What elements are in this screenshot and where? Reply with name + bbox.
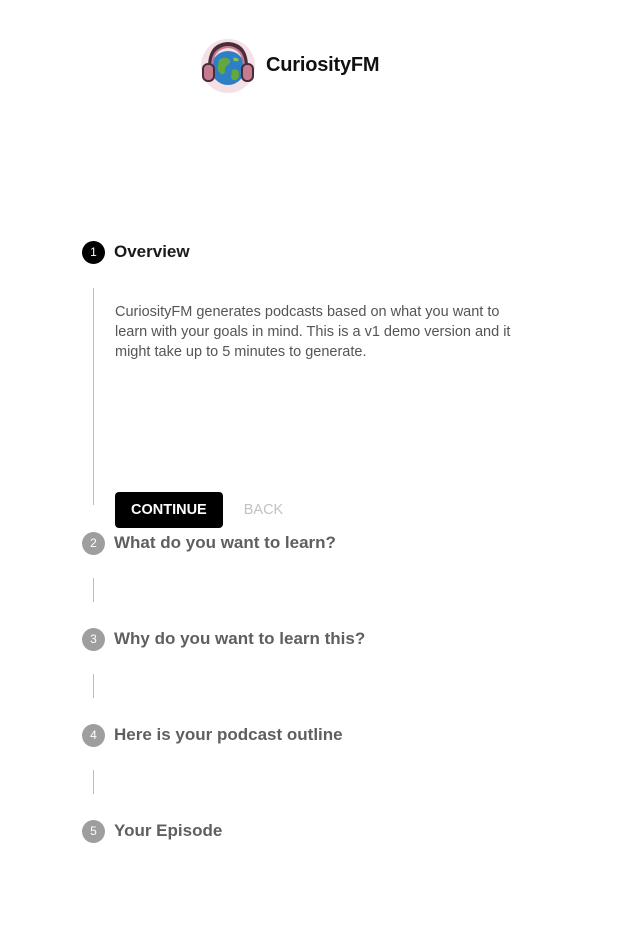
step-title: Why do you want to learn this? [114,629,366,648]
step-title: What do you want to learn? [114,533,336,552]
step-connector [93,770,94,794]
step-title: Overview [114,242,190,261]
step-connector [93,288,94,505]
step-why-learn: 3 Why do you want to learn this? [82,627,365,651]
step-number-badge: 5 [82,819,105,843]
continue-button[interactable]: CONTINUE [115,492,223,528]
step-title: Your Episode [114,821,223,840]
step-connector [93,578,94,602]
step-number-badge: 4 [82,723,105,747]
step-number-badge: 2 [82,531,105,555]
step-actions: CONTINUE BACK [115,492,291,528]
overview-description: CuriosityFM generates podcasts based on … [115,304,511,360]
back-button: BACK [236,492,292,528]
brand-header: CuriosityFM [197,34,380,96]
step-podcast-outline: 4 Here is your podcast outline [82,723,343,747]
step-title: Here is your podcast outline [114,725,343,744]
step-overview: 1 Overview [82,240,190,264]
step-what-to-learn: 2 What do you want to learn? [82,531,336,555]
step-number-badge: 3 [82,627,105,651]
step-connector [93,674,94,698]
globe-with-headphones-icon [201,39,255,93]
brand-name: CuriosityFM [266,53,380,76]
overview-step-content: CuriosityFM generates podcasts based on … [115,302,525,528]
step-your-episode: 5 Your Episode [82,819,222,843]
step-number-badge: 1 [82,240,105,264]
